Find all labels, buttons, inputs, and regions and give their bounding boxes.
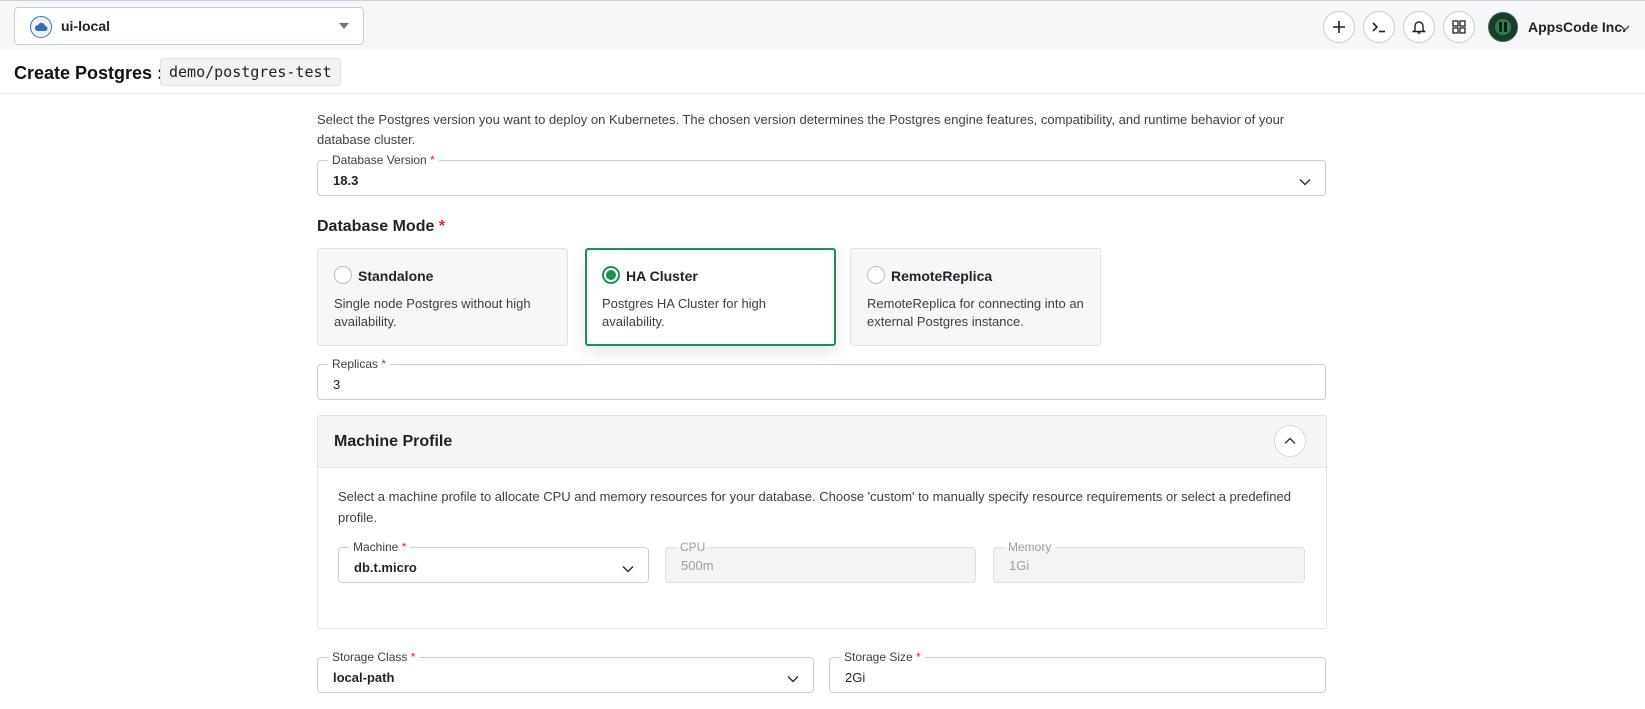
cluster-selector[interactable]: ui-local	[14, 7, 364, 45]
storage-size-input[interactable]: Storage Size * 2Gi	[829, 650, 1326, 693]
bell-icon[interactable]	[1403, 11, 1435, 43]
radio-button[interactable]	[334, 266, 352, 284]
chevron-down-icon	[622, 560, 634, 578]
plus-icon[interactable]	[1323, 11, 1355, 43]
replicas-value: 3	[333, 377, 341, 392]
mode-option-name: RemoteReplica	[891, 268, 993, 284]
radio-button[interactable]	[602, 266, 620, 284]
database-version-value: 18.3	[333, 173, 359, 188]
mode-option-name: Standalone	[358, 268, 434, 284]
machine-profile-description: Select a machine profile to allocate CPU…	[338, 489, 1291, 525]
radio-button[interactable]	[867, 266, 885, 284]
chevron-down-icon	[1299, 173, 1311, 191]
collapse-button[interactable]	[1274, 425, 1306, 457]
field-label: Storage Size *	[840, 650, 925, 664]
page-header: Create Postgres : demo/postgres-test	[0, 50, 1645, 94]
page-title: Create Postgres :	[14, 63, 164, 83]
version-description: Select the Postgres version you want to …	[317, 112, 1285, 147]
field-label: Database Version *	[328, 153, 439, 167]
database-version-select[interactable]: Database Version * 18.3	[317, 153, 1326, 196]
field-label: Memory	[1004, 540, 1056, 554]
cpu-input: CPU 500m	[665, 540, 976, 583]
machine-profile-title: Machine Profile	[334, 433, 453, 450]
machine-value: db.t.micro	[354, 560, 417, 575]
cloud-icon	[30, 16, 52, 38]
field-label: CPU	[676, 540, 710, 554]
mode-option-description: RemoteReplica for connecting into an ext…	[867, 296, 1084, 329]
storage-class-value: local-path	[333, 670, 395, 685]
mode-option-description: Single node Postgres without high availa…	[334, 296, 531, 329]
replicas-input[interactable]: Replicas * 3	[317, 357, 1326, 400]
mode-option-description: Postgres HA Cluster for high availabilit…	[602, 296, 767, 329]
field-label: Replicas *	[328, 357, 391, 371]
mode-option-remote-replica[interactable]: RemoteReplica RemoteReplica for connecti…	[850, 248, 1101, 346]
storage-size-value: 2Gi	[845, 670, 866, 685]
org-name[interactable]: AppsCode Inc.	[1528, 19, 1626, 35]
chevron-up-icon	[1284, 437, 1296, 444]
mode-option-name: HA Cluster	[626, 268, 698, 284]
field-label: Storage Class *	[328, 650, 420, 664]
mode-option-standalone[interactable]: Standalone Single node Postgres without …	[317, 248, 568, 346]
avatar[interactable]	[1488, 12, 1518, 42]
memory-value: 1Gi	[1009, 558, 1030, 573]
field-label: Machine *	[349, 540, 411, 554]
caret-down-icon	[339, 23, 349, 29]
memory-input: Memory 1Gi	[993, 540, 1305, 583]
storage-class-select[interactable]: Storage Class * local-path	[317, 650, 814, 693]
machine-profile-header[interactable]: Machine Profile	[318, 416, 1326, 468]
terminal-icon[interactable]	[1363, 11, 1395, 43]
top-bar: ui-local AppsCode Inc.	[0, 0, 1645, 50]
database-mode-title: Database Mode *	[317, 218, 446, 235]
cluster-name: ui-local	[61, 18, 111, 34]
machine-profile-panel: Machine Profile Select a machine profile…	[317, 415, 1327, 629]
machine-select[interactable]: Machine * db.t.micro	[338, 540, 649, 583]
mode-option-ha-cluster[interactable]: HA Cluster Postgres HA Cluster for high …	[585, 248, 836, 346]
chevron-down-icon[interactable]	[1620, 19, 1630, 37]
grid-icon[interactable]	[1443, 11, 1475, 43]
chevron-down-icon	[787, 670, 799, 688]
resource-name-chip: demo/postgres-test	[160, 58, 341, 86]
cpu-value: 500m	[681, 558, 714, 573]
